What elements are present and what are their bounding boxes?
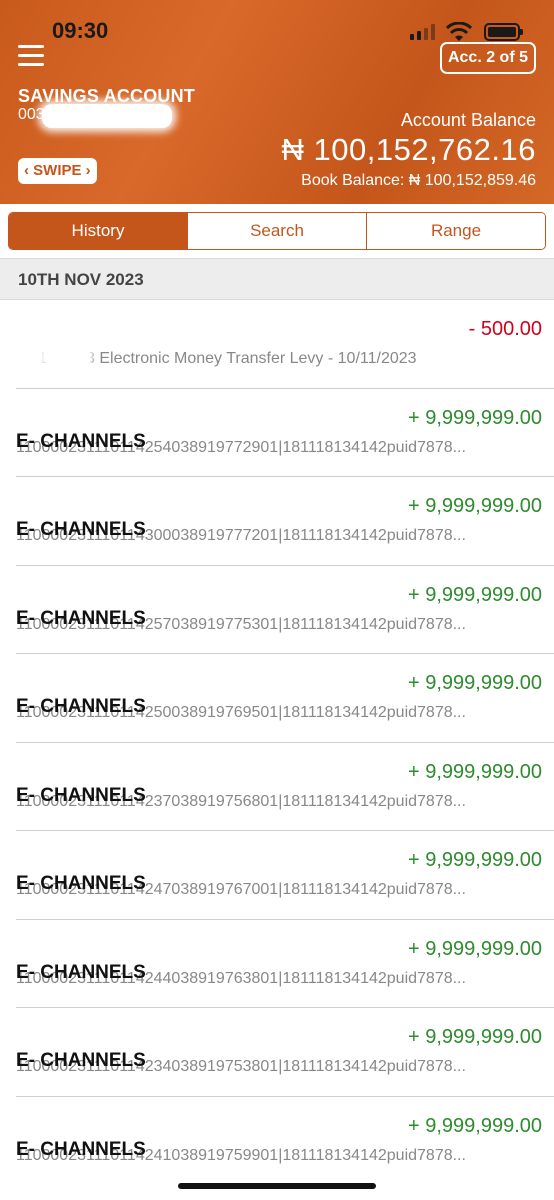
account-switcher-badge[interactable]: Acc. 2 of 5 bbox=[439, 42, 536, 74]
status-time: 09:30 bbox=[52, 18, 109, 43]
transaction-row[interactable]: + 9,999,999.00 1100002311101142340389197… bbox=[16, 1008, 554, 1097]
home-indicator[interactable] bbox=[178, 1183, 376, 1189]
account-balance-value: ₦ 100,152,762.16 bbox=[281, 132, 536, 167]
transaction-amount: + 9,999,999.00 bbox=[407, 1114, 542, 1137]
redaction-mark bbox=[12, 346, 42, 368]
transaction-amount: + 9,999,999.00 bbox=[407, 760, 542, 783]
transaction-row[interactable]: + 9,999,999.00 1100002311101142540389197… bbox=[16, 389, 554, 477]
transaction-amount: - 500.00 bbox=[468, 318, 542, 340]
redaction-mark bbox=[46, 346, 90, 368]
transaction-amount: + 9,999,999.00 bbox=[407, 583, 542, 606]
transaction-title: E- CHANNELS bbox=[16, 519, 146, 540]
transaction-title: E- CHANNELS bbox=[16, 607, 146, 629]
book-balance: Book Balance: ₦ 100,152,859.46 bbox=[301, 172, 536, 189]
transaction-title: E- CHANNELS bbox=[16, 873, 146, 894]
transaction-row[interactable]: + 9,999,999.00 1100002311101143000389197… bbox=[16, 477, 554, 566]
tab-history[interactable]: History bbox=[9, 213, 187, 249]
transaction-title: E- CHANNELS bbox=[16, 1138, 146, 1160]
transaction-amount: + 9,999,999.00 bbox=[407, 1026, 542, 1048]
transaction-row[interactable]: + 9,999,999.00 1100002311101142500389197… bbox=[16, 654, 554, 743]
redaction-mark bbox=[42, 104, 172, 128]
transaction-description: 10/11/2023 Electronic Money Transfer Lev… bbox=[16, 350, 417, 367]
account-number: 003 bbox=[18, 106, 45, 123]
transaction-row[interactable]: + 9,999,999.00 1100002311101142570389197… bbox=[16, 566, 554, 654]
account-header: 09:30 Acc. 2 of 5 SAVINGS ACCOUNT 003 Ac… bbox=[0, 0, 554, 204]
tab-range[interactable]: Range bbox=[366, 213, 545, 249]
tab-search[interactable]: Search bbox=[187, 213, 366, 249]
wifi-icon bbox=[446, 22, 472, 41]
date-section-header: 10TH NOV 2023 bbox=[0, 258, 554, 300]
hamburger-menu-icon[interactable] bbox=[18, 45, 44, 67]
transaction-amount: + 9,999,999.00 bbox=[407, 672, 542, 694]
transaction-title: E- CHANNELS bbox=[16, 784, 146, 806]
transaction-list: - 500.00 10/11/2023 Electronic Money Tra… bbox=[0, 300, 554, 1185]
transaction-title: E- CHANNELS bbox=[16, 696, 146, 717]
transaction-row[interactable]: + 9,999,999.00 1100002311101142440389197… bbox=[16, 920, 554, 1008]
transaction-title: E- CHANNELS bbox=[16, 1050, 146, 1071]
transaction-amount: + 9,999,999.00 bbox=[407, 495, 542, 517]
swipe-button[interactable]: ‹ SWIPE › bbox=[18, 158, 97, 184]
transaction-row[interactable]: + 9,999,999.00 1100002311101142410389197… bbox=[16, 1097, 554, 1186]
transaction-title: E- CHANNELS bbox=[16, 430, 146, 452]
battery-icon bbox=[484, 23, 523, 41]
transaction-amount: + 9,999,999.00 bbox=[407, 937, 542, 960]
tab-bar: History Search Range bbox=[8, 212, 546, 250]
transaction-row[interactable]: + 9,999,999.00 1100002311101142470389197… bbox=[16, 831, 554, 920]
transaction-amount: + 9,999,999.00 bbox=[407, 406, 542, 429]
transaction-title: E- CHANNELS bbox=[16, 961, 146, 983]
transaction-row[interactable]: - 500.00 10/11/2023 Electronic Money Tra… bbox=[12, 300, 554, 389]
transaction-row[interactable]: + 9,999,999.00 1100002311101142370389197… bbox=[16, 743, 554, 831]
cellular-signal-icon bbox=[410, 24, 435, 40]
transaction-amount: + 9,999,999.00 bbox=[407, 849, 542, 871]
balance-label: Account Balance bbox=[400, 110, 536, 130]
